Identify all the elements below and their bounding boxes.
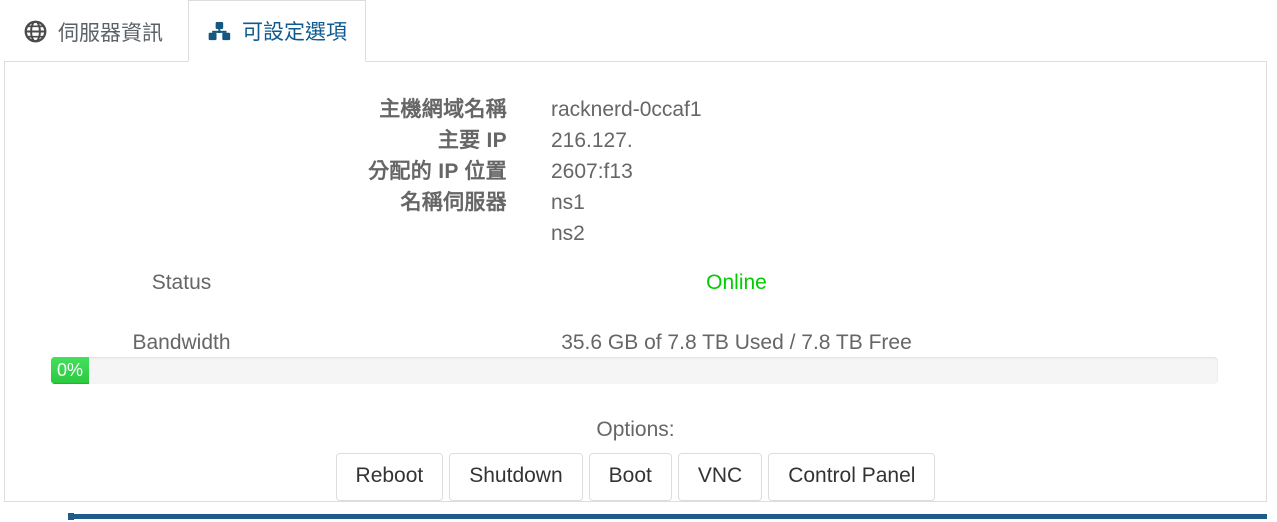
status-badge: Online [706,271,767,294]
detail-value-nameservers: ns1 ns2 [551,187,585,249]
bandwidth-row: Bandwidth 35.6 GB of 7.8 TB Used / 7.8 T… [5,329,1266,357]
globe-icon [23,20,47,44]
detail-label-hostname: 主機網域名稱 [379,98,507,121]
detail-row-assigned-ips: 分配的 IP 位置 2607:f13 [5,156,1266,187]
shutdown-button[interactable]: Shutdown [449,453,583,501]
tab-label-server-information: 伺服器資訊 [58,21,163,45]
detail-label-primary-ip: 主要 IP [437,129,507,152]
bandwidth-progress-bar: 0% [51,357,1218,384]
detail-row-hostname: 主機網域名稱 racknerd-0ccaf1 [5,94,1266,125]
tab-strip: 伺服器資訊 可設定選項 [0,0,1277,62]
detail-value-primary-ip: 216.127. [551,129,633,152]
vnc-button[interactable]: VNC [677,453,763,501]
status-label: Status [151,271,212,294]
status-value-container: Online [358,269,1115,297]
server-details: 主機網域名稱 racknerd-0ccaf1 主要 IP 216.127. 分配… [5,94,1266,249]
detail-label-nameservers: 名稱伺服器 [400,191,507,214]
content-panel: 主機網域名稱 racknerd-0ccaf1 主要 IP 216.127. 分配… [4,61,1267,502]
options-button-group: Reboot Shutdown Boot VNC Control Panel [5,453,1266,501]
detail-row-primary-ip: 主要 IP 216.127. [5,125,1266,156]
nameserver-1: ns1 [551,191,585,214]
nameserver-2: ns2 [551,222,585,245]
detail-value-hostname: racknerd-0ccaf1 [551,98,702,121]
options-title: Options: [596,418,675,441]
bandwidth-label: Bandwidth [132,331,231,354]
detail-row-nameservers: 名稱伺服器 ns1 ns2 [5,187,1266,249]
tab-label-configurable-options: 可設定選項 [242,21,347,44]
control-panel-button[interactable]: Control Panel [768,453,936,501]
cubes-icon [207,19,231,43]
tab-server-information[interactable]: 伺服器資訊 [4,0,182,62]
boot-button[interactable]: Boot [588,453,672,501]
detail-value-assigned-ips: 2607:f13 [551,160,633,183]
reboot-button[interactable]: Reboot [335,453,444,501]
bandwidth-progress-fill: 0% [51,357,89,384]
status-row: Status Online [5,269,1266,297]
tab-configurable-options[interactable]: 可設定選項 [188,0,366,62]
detail-label-assigned-ips: 分配的 IP 位置 [368,160,507,183]
footer-accent-bar [72,514,1267,519]
bandwidth-value: 35.6 GB of 7.8 TB Used / 7.8 TB Free [561,331,912,354]
